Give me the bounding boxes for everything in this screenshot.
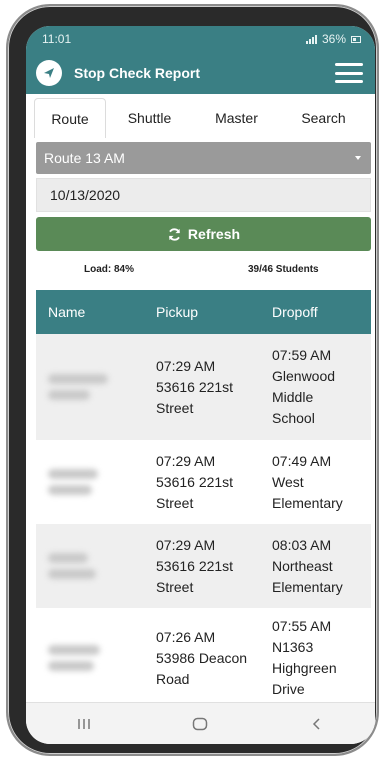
tab-search[interactable]: Search <box>280 98 367 138</box>
dropoff-time: 07:59 AM <box>272 347 332 363</box>
phone-frame: 11:01 36% Stop Check Report Route Shuttl… <box>6 4 379 756</box>
back-icon[interactable] <box>297 709 337 739</box>
pickup-time: 07:29 AM <box>156 536 216 553</box>
dropoff-cell: 08:03 AM Northeast Elementary <box>262 524 371 608</box>
date-field-value: 10/13/2020 <box>50 187 121 203</box>
header-name: Name <box>48 304 86 320</box>
table-row[interactable]: 07:29 AM 53616 221st Street 07:49 AM Wes… <box>36 440 371 524</box>
tab-bar: Route Shuttle Master Search <box>26 94 375 138</box>
table-row[interactable]: 07:26 AM 53986 Deacon Road 07:55 AM N136… <box>36 608 371 708</box>
route-select[interactable]: Route 13 AM <box>36 142 371 174</box>
pickup-time: 07:26 AM <box>156 628 216 645</box>
dropoff-location: Highgreen <box>272 660 337 676</box>
dropoff-location: Drive <box>272 681 305 697</box>
refresh-button[interactable]: Refresh <box>36 217 371 251</box>
dropoff-location: Elementary <box>272 578 343 595</box>
route-stats: Load: 84% 39/46 Students <box>26 259 375 281</box>
home-icon[interactable] <box>180 709 220 739</box>
status-bar: 11:01 36% <box>26 26 375 52</box>
dropoff-location: Glenwood <box>272 368 336 384</box>
status-indicators: 36% <box>305 32 361 46</box>
battery-percent: 36% <box>321 32 346 46</box>
pickup-address: 53986 Deacon <box>156 649 248 666</box>
header-dropoff: Dropoff <box>272 304 318 320</box>
tab-shuttle[interactable]: Shuttle <box>106 98 193 138</box>
dropoff-cell: 07:55 AM N1363 Highgreen Drive <box>262 608 371 708</box>
dropoff-time: 07:49 AM <box>272 452 332 469</box>
student-name-redacted <box>36 440 144 524</box>
dropoff-time: 08:03 AM <box>272 536 332 553</box>
pickup-cell: 07:26 AM 53986 Deacon Road <box>144 608 262 708</box>
dropoff-cell: 07:59 AM Glenwood Middle School <box>262 334 371 440</box>
dropoff-location: School <box>272 410 315 426</box>
students-count: 39/46 Students <box>248 264 319 275</box>
pickup-address: Road <box>156 670 190 687</box>
pickup-address: 53616 221st <box>156 378 234 395</box>
table-row[interactable]: 07:29 AM 53616 221st Street 07:59 AM Gle… <box>36 334 371 440</box>
dropoff-location: Northeast <box>272 557 333 574</box>
pickup-time: 07:29 AM <box>156 357 216 374</box>
refresh-icon <box>168 227 180 241</box>
tab-route[interactable]: Route <box>34 98 106 138</box>
dropoff-location: Elementary <box>272 494 343 511</box>
pickup-cell: 07:29 AM 53616 221st Street <box>144 440 262 524</box>
dropoff-location: West <box>272 473 304 490</box>
pickup-address: Street <box>156 494 194 511</box>
system-nav-bar <box>26 702 375 744</box>
dropoff-location: N1363 <box>272 639 314 655</box>
hamburger-menu-icon[interactable] <box>335 63 363 83</box>
pickup-cell: 07:29 AM 53616 221st Street <box>144 524 262 608</box>
app-title: Stop Check Report <box>74 65 201 81</box>
student-name-redacted <box>36 524 144 608</box>
student-name-redacted <box>36 334 144 440</box>
app-bar: Stop Check Report <box>26 52 375 94</box>
student-name-redacted <box>36 608 144 708</box>
header-pickup: Pickup <box>156 304 199 320</box>
load-text: Load: 84% <box>84 264 135 275</box>
battery-icon <box>351 35 361 43</box>
table-header: Name Pickup Dropoff <box>36 290 371 334</box>
date-field[interactable]: 10/13/2020 <box>36 178 371 212</box>
dropdown-caret-icon <box>355 156 361 160</box>
pickup-address: Street <box>156 578 194 595</box>
dropoff-location: Middle <box>272 389 314 405</box>
recent-apps-icon[interactable] <box>64 709 104 739</box>
table-body: 07:29 AM 53616 221st Street 07:59 AM Gle… <box>36 334 371 708</box>
pickup-address: 53616 221st <box>156 473 234 490</box>
stop-table: Name Pickup Dropoff 07:29 AM 53616 221st… <box>36 290 371 708</box>
refresh-label: Refresh <box>187 226 241 242</box>
screen: 11:01 36% Stop Check Report Route Shuttl… <box>26 26 375 744</box>
route-select-value: Route 13 AM <box>44 150 125 166</box>
signal-icon <box>305 34 317 44</box>
pickup-address: 53616 221st <box>156 557 234 574</box>
pickup-address: Street <box>156 399 194 416</box>
table-row[interactable]: 07:29 AM 53616 221st Street 08:03 AM Nor… <box>36 524 371 608</box>
dropoff-cell: 07:49 AM West Elementary <box>262 440 371 524</box>
tab-master[interactable]: Master <box>193 98 280 138</box>
pickup-time: 07:29 AM <box>156 452 216 469</box>
pickup-cell: 07:29 AM 53616 221st Street <box>144 334 262 440</box>
bus-logo-icon <box>36 60 62 86</box>
status-time: 11:01 <box>42 32 72 46</box>
dropoff-time: 07:55 AM <box>272 618 332 634</box>
